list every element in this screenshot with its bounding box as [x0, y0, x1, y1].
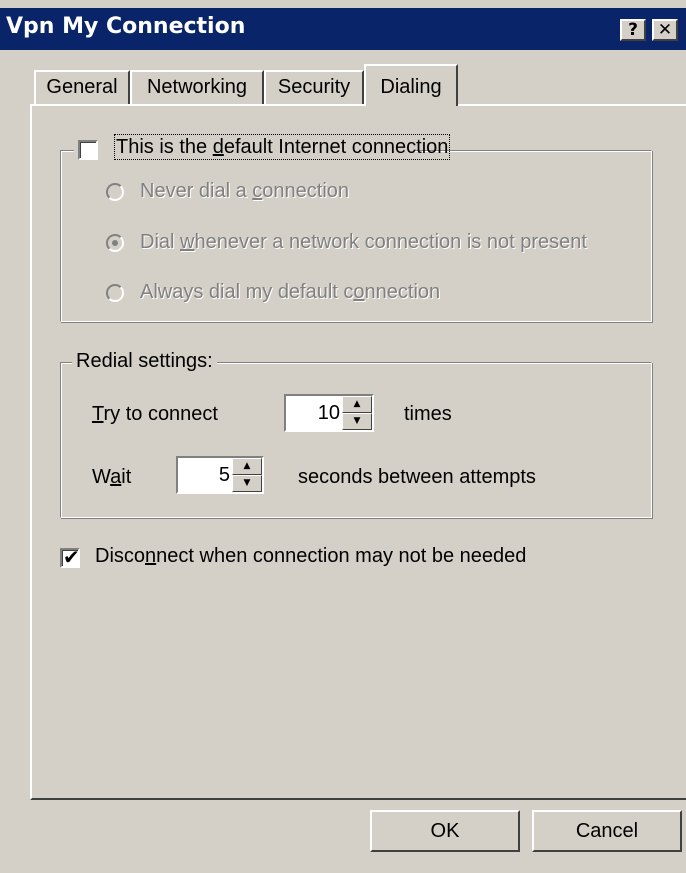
disconnect-label-pre: Disco: [95, 545, 146, 567]
radio-never-dial[interactable]: [106, 183, 124, 201]
spin-up-icon[interactable]: ▲: [232, 458, 262, 475]
ok-button[interactable]: OK: [370, 810, 520, 852]
default-connection-label-rest: efault Internet connection: [223, 136, 449, 158]
default-connection-checkbox[interactable]: [78, 140, 98, 160]
redial-attempts-value[interactable]: 10: [318, 402, 340, 425]
tab-networking-label: Networking: [146, 76, 248, 98]
radio-dial-whenever-text: Dial: [140, 231, 181, 253]
spin-down-icon[interactable]: ▼: [232, 475, 262, 492]
window-title: Vpn My Connection: [6, 14, 246, 39]
radio-dial-whenever[interactable]: [106, 234, 124, 252]
help-button[interactable]: ?: [620, 19, 646, 41]
radio-dial-whenever-rest: henever a network connection is not pres…: [194, 231, 587, 253]
tab-general[interactable]: General: [34, 70, 130, 104]
redial-attempts-spin-buttons: ▲ ▼: [342, 396, 372, 430]
radio-always-dial-key: o: [353, 281, 365, 303]
default-connection-label-text: This is the: [116, 136, 213, 158]
tab-security-label: Security: [277, 76, 351, 98]
try-to-connect-label: Try to connect: [92, 403, 218, 426]
radio-dial-whenever-key: w: [180, 231, 195, 253]
close-button[interactable]: ✕: [652, 19, 678, 41]
cancel-button[interactable]: Cancel: [532, 810, 682, 852]
tab-networking[interactable]: Networking: [130, 70, 264, 104]
tab-general-label: General: [46, 76, 118, 98]
radio-always-dial-rest: nnection: [364, 281, 441, 303]
try-to-connect-key: T: [92, 403, 104, 425]
radio-never-dial-text: Never dial a: [140, 180, 253, 202]
dialog-window: Vpn My Connection ? ✕ General Networking…: [0, 0, 686, 873]
disconnect-label-key: n: [145, 545, 157, 567]
disconnect-checkbox[interactable]: ✔: [60, 545, 80, 569]
checkmark-icon: ✔: [63, 545, 80, 569]
default-connection-label-key: d: [212, 136, 224, 158]
redial-settings-group: [60, 362, 652, 518]
radio-selected-dot: [112, 240, 118, 246]
default-connection-legend: This is the default Internet connection: [74, 134, 451, 164]
tab-security[interactable]: Security: [264, 70, 364, 104]
radio-always-dial[interactable]: [106, 284, 124, 302]
spin-up-icon[interactable]: ▲: [342, 396, 372, 413]
try-to-connect-text: ry to connect: [103, 403, 218, 425]
redial-attempts-spinner[interactable]: 10 ▲ ▼: [284, 394, 374, 432]
redial-settings-legend: Redial settings:: [72, 350, 217, 373]
disconnect-label[interactable]: Disconnect when connection may not be ne…: [95, 545, 526, 568]
wait-text-pre: W: [92, 466, 111, 488]
wait-seconds-spin-buttons: ▲ ▼: [232, 458, 262, 492]
radio-always-dial-text: Always dial my default c: [140, 281, 354, 303]
wait-seconds-spinner[interactable]: 5 ▲ ▼: [176, 456, 264, 494]
radio-always-dial-label[interactable]: Always dial my default connection: [140, 281, 440, 304]
tab-dialing[interactable]: Dialing: [364, 64, 458, 106]
radio-dial-whenever-label[interactable]: Dial whenever a network connection is no…: [140, 231, 587, 254]
radio-never-dial-rest: onnection: [262, 180, 350, 202]
title-bar[interactable]: Vpn My Connection ? ✕: [0, 8, 686, 50]
times-label: times: [404, 403, 452, 425]
tab-dialing-label: Dialing: [380, 76, 442, 98]
default-connection-label[interactable]: This is the default Internet connection: [113, 134, 451, 160]
radio-never-dial-key: c: [252, 180, 263, 202]
disconnect-label-post: nect when connection may not be needed: [156, 545, 527, 567]
radio-never-dial-label[interactable]: Never dial a connection: [140, 180, 349, 203]
wait-label: Wait: [92, 466, 131, 489]
wait-text-post: it: [121, 466, 132, 488]
spin-down-icon[interactable]: ▼: [342, 413, 372, 430]
seconds-between-attempts-label: seconds between attempts: [298, 466, 536, 488]
wait-seconds-value[interactable]: 5: [219, 464, 230, 487]
wait-key: a: [110, 466, 122, 488]
